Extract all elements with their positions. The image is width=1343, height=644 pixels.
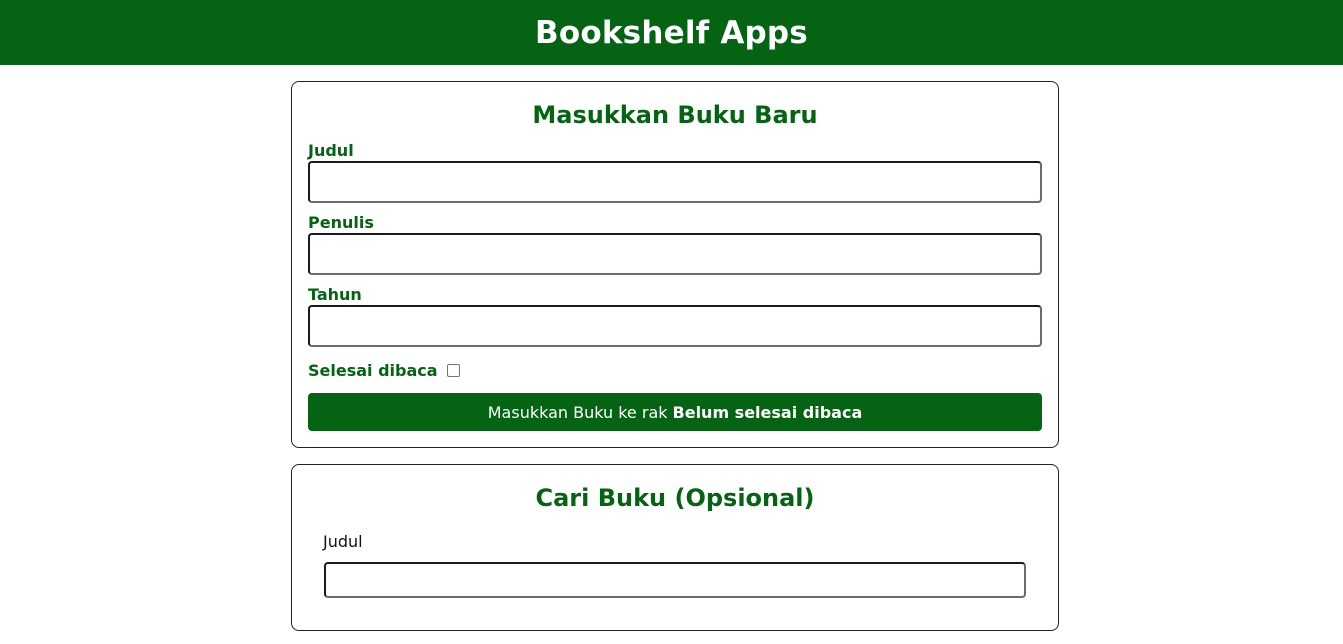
tahun-input[interactable] — [308, 305, 1042, 347]
tahun-label: Tahun — [308, 285, 362, 304]
submit-button-label: Masukkan Buku ke rak — [487, 402, 668, 422]
complete-checkbox-row: Selesai dibaca — [308, 361, 460, 380]
judul-label: Judul — [308, 141, 354, 160]
penulis-label: Penulis — [308, 213, 374, 232]
search-judul-label: Judul — [323, 532, 363, 551]
penulis-input[interactable] — [308, 233, 1042, 275]
app-header: Bookshelf Apps — [0, 0, 1343, 65]
complete-checkbox[interactable] — [446, 364, 460, 377]
input-section-title: Masukkan Buku Baru — [532, 101, 818, 129]
input-book-section: Masukkan Buku Baru Judul Penulis Tahun S… — [291, 81, 1059, 448]
complete-checkbox-label: Selesai dibaca — [308, 361, 438, 380]
submit-book-button[interactable]: Masukkan Buku ke rak Belum selesai dibac… — [308, 393, 1042, 431]
judul-input[interactable] — [308, 161, 1042, 203]
search-section-title: Cari Buku (Opsional) — [535, 484, 815, 512]
submit-button-shelf-label: Belum selesai dibaca — [672, 402, 863, 422]
search-judul-input[interactable] — [324, 562, 1026, 598]
search-book-section: Cari Buku (Opsional) Judul — [291, 464, 1059, 631]
app-title: Bookshelf Apps — [535, 14, 808, 51]
